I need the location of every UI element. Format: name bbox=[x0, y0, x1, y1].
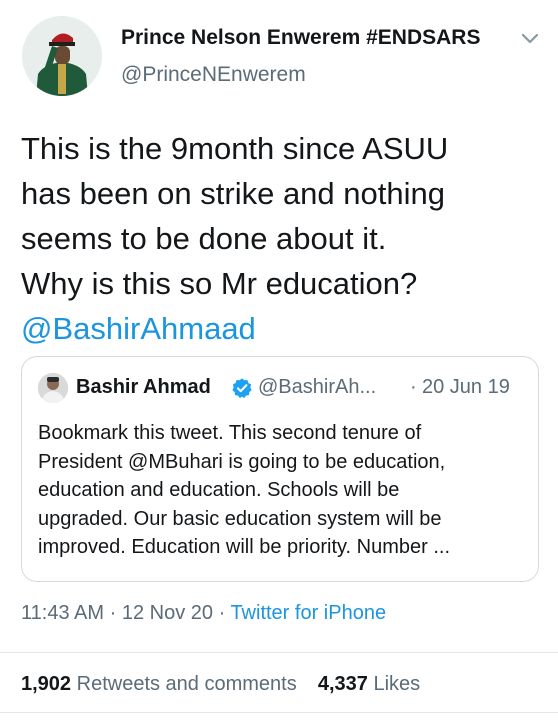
divider bbox=[0, 652, 558, 653]
quoted-author-avatar bbox=[38, 373, 68, 403]
quoted-tweet[interactable]: Bashir Ahmad @BashirAh... · 20 Jun 19 Bo… bbox=[21, 356, 539, 582]
verified-badge-icon bbox=[231, 377, 253, 399]
tweet-text: This is the 9month since ASUU has been o… bbox=[21, 126, 541, 351]
separator-dot: · bbox=[109, 602, 117, 624]
likes-count: 4,337 bbox=[317, 673, 368, 695]
tweet-time[interactable]: 11:43 AM bbox=[21, 602, 104, 624]
mention-link[interactable]: @BashirAhmaad bbox=[21, 306, 541, 351]
likes-stat[interactable]: 4,337 Likes bbox=[318, 673, 420, 695]
quoted-line: education and education. Schools will be bbox=[38, 479, 400, 501]
tweet-meta: 11:43 AM · 12 Nov 20 · Twitter for iPhon… bbox=[21, 602, 386, 625]
retweets-stat[interactable]: 1,902 Retweets and comments bbox=[21, 673, 297, 695]
tweet-line: Why is this so Mr education? bbox=[21, 266, 418, 301]
quoted-author-handle: @BashirAh... bbox=[258, 376, 377, 398]
divider bbox=[0, 712, 558, 713]
quoted-author-name: Bashir Ahmad bbox=[76, 376, 211, 398]
likes-label: Likes bbox=[373, 673, 421, 695]
quoted-date: 20 Jun 19 bbox=[422, 376, 510, 398]
separator-dot: · bbox=[410, 376, 417, 398]
author-avatar[interactable] bbox=[22, 16, 102, 96]
tweet-line: This is the 9month since ASUU bbox=[21, 131, 449, 166]
tweet-source-link[interactable]: Twitter for iPhone bbox=[230, 602, 386, 624]
quoted-line: Bookmark this tweet. This second tenure … bbox=[38, 422, 422, 444]
tweet-stats: 1,902 Retweets and comments 4,337 Likes bbox=[21, 673, 420, 696]
chevron-down-icon[interactable] bbox=[518, 26, 542, 50]
quoted-line: improved. Education will be priority. Nu… bbox=[38, 536, 451, 558]
tweet-header: Prince Nelson Enwerem #ENDSARS @PrinceNE… bbox=[0, 0, 558, 110]
retweets-label: Retweets and comments bbox=[76, 673, 297, 695]
author-name[interactable]: Prince Nelson Enwerem #ENDSARS bbox=[121, 26, 480, 50]
tweet-line: has been on strike and nothing bbox=[21, 176, 445, 211]
separator-dot: · bbox=[218, 602, 226, 624]
retweets-count: 1,902 bbox=[21, 673, 72, 695]
quoted-line: President @MBuhari is going to be educat… bbox=[38, 450, 446, 473]
quoted-text: Bookmark this tweet. This second tenure … bbox=[38, 419, 528, 562]
tweet-date[interactable]: 12 Nov 20 bbox=[122, 602, 213, 624]
tweet-line: seems to be done about it. bbox=[21, 221, 387, 256]
quoted-line: upgraded. Our basic education system wil… bbox=[38, 507, 442, 530]
author-handle[interactable]: @PrinceNEnwerem bbox=[121, 63, 306, 87]
